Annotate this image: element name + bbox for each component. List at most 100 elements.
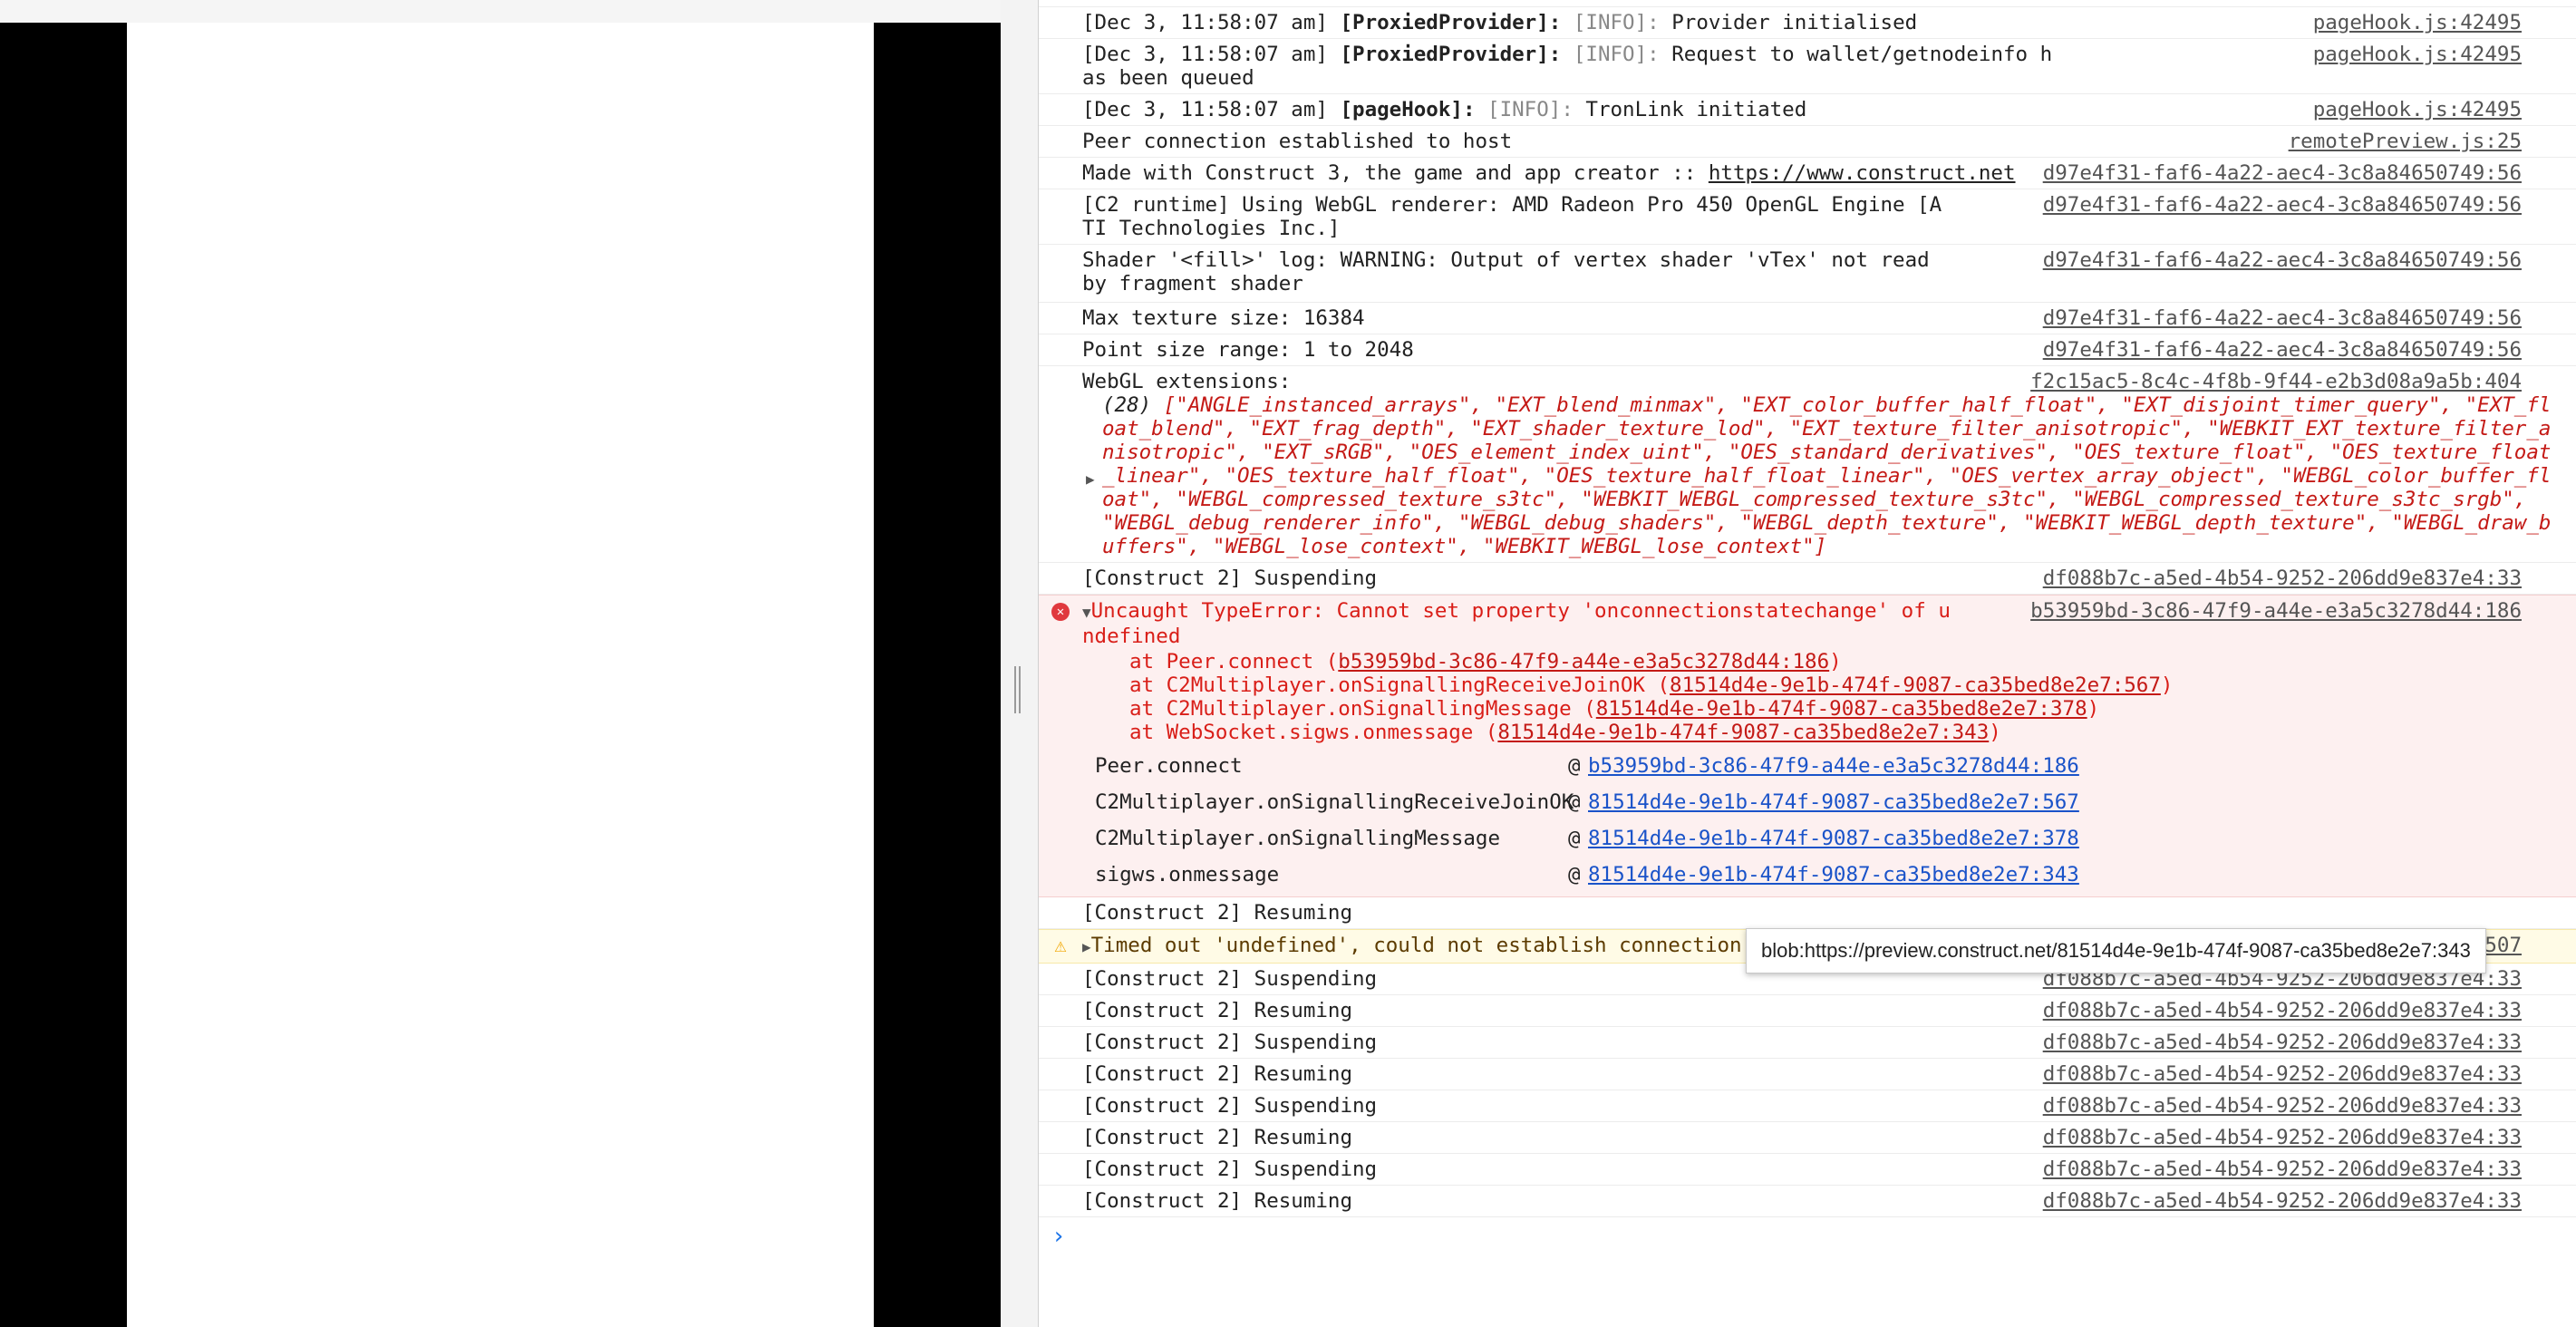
log-text: [Construct 2] Resuming (1082, 1062, 1353, 1086)
log-text: [Construct 2] Resuming (1082, 1189, 1353, 1213)
log-level: [INFO]: (1573, 43, 1660, 66)
error-title: Uncaught TypeError: Cannot set property … (1082, 599, 1951, 648)
frame-function: C2Multiplayer.onSignallingReceiveJoinOK (1095, 790, 1574, 814)
console-prompt[interactable]: › (1039, 1217, 2576, 1255)
log-text: Made with Construct 3, the game and app … (1082, 161, 1709, 185)
console-row: [Construct 2] Suspending df088b7c-a5ed-4b… (1039, 1154, 2576, 1186)
log-text: [Construct 2] Suspending (1082, 1157, 1378, 1181)
source-link[interactable]: pageHook.js:42495 (2313, 98, 2522, 121)
letterbox-right (874, 23, 1001, 1327)
frame-function: sigws.onmessage (1095, 863, 1280, 886)
console-error-row: ✕ ▼Uncaught TypeError: Cannot set proper… (1039, 595, 2576, 897)
source-link[interactable]: d97e4f31-faf6-4a22-aec4-3c8a84650749:56 (2043, 193, 2522, 217)
stack-link[interactable]: 81514d4e-9e1b-474f-9087-ca35bed8e2e7:567 (1670, 673, 2161, 697)
source-link[interactable]: df088b7c-a5ed-4b54-9252-206dd9e837e4:33 (2043, 1157, 2522, 1181)
console-row: [Construct 2] Resuming df088b7c-a5ed-4b54… (1039, 1059, 2576, 1090)
source-link[interactable]: df088b7c-a5ed-4b54-9252-206dd9e837e4:33 (2043, 999, 2522, 1022)
log-text: TronLink initiated (1585, 98, 1807, 121)
letterbox-left (0, 23, 127, 1327)
devtools-console: [Dec 3, 11:58:07 am] [ProxiedProvider]: … (1039, 0, 2576, 1327)
console-row: [Construct 2] Resuming df088b7c-a5ed-4b54… (1039, 995, 2576, 1027)
stack-frame: C2Multiplayer.onSignallingReceiveJoinOK @… (1095, 790, 2079, 814)
console-row: [Dec 3, 11:58:07 am] [ProxiedProvider]: … (1039, 7, 2576, 39)
source-link[interactable]: df088b7c-a5ed-4b54-9252-206dd9e837e4:33 (2043, 1189, 2522, 1213)
console-row: [Construct 2] Suspending df088b7c-a5ed-4… (1039, 563, 2576, 595)
console-row: [Construct 2] Resuming (1039, 897, 2576, 929)
stack-line: at WebSocket.sigws.onmessage (81514d4e-9… (1129, 721, 2001, 744)
source-link[interactable]: f2c15ac5-8c4c-4f8b-9f44-e2b3d08a9a5b:404 (2030, 370, 2522, 393)
log-level: [INFO]: (1573, 11, 1660, 34)
log-text: [Construct 2] Resuming (1082, 1126, 1353, 1149)
array-values: ["ANGLE_instanced_arrays", "EXT_blend_mi… (1102, 393, 2552, 558)
log-tag: [ProxiedProvider]: (1340, 43, 1562, 66)
source-link[interactable]: b53959bd-3c86-47f9-a44e-e3a5c3278d44:186 (2030, 599, 2522, 623)
frame-function: C2Multiplayer.onSignallingMessage (1095, 827, 1501, 850)
frame-link[interactable]: b53959bd-3c86-47f9-a44e-e3a5c3278d44:186 (1588, 754, 2079, 778)
log-text: [Construct 2] Resuming (1082, 999, 1353, 1022)
log-text: Shader '<fill>' log: WARNING: Output of … (1082, 248, 1942, 295)
log-time: [Dec 3, 11:58:07 am] (1082, 11, 1328, 34)
log-tag: [pageHook]: (1340, 98, 1476, 121)
frame-link[interactable]: 81514d4e-9e1b-474f-9087-ca35bed8e2e7:567 (1588, 790, 2079, 814)
console-row: [Construct 2] Suspending df088b7c-a5ed-4b… (1039, 1090, 2576, 1122)
expand-triangle-icon[interactable]: ▶ (1082, 938, 1091, 955)
frame-link[interactable]: 81514d4e-9e1b-474f-9087-ca35bed8e2e7:378 (1588, 827, 2079, 850)
log-text: [C2 runtime] Using WebGL renderer: AMD R… (1082, 193, 1942, 240)
log-text: Peer connection established to host (1082, 130, 1513, 153)
console-row-clipped (1039, 0, 2576, 7)
stack-line: at C2Multiplayer.onSignallingMessage (81… (1129, 697, 2100, 721)
source-link[interactable]: d97e4f31-faf6-4a22-aec4-3c8a84650749:56 (2043, 338, 2522, 362)
console-row: [Construct 2] Suspending df088b7c-a5ed-4b… (1039, 1027, 2576, 1059)
console-row: [Construct 2] Resuming df088b7c-a5ed-4b54… (1039, 1186, 2576, 1217)
stack-frame: C2Multiplayer.onSignallingMessage @81514d… (1095, 827, 2079, 850)
warning-icon: ⚠ (1054, 935, 1067, 957)
array-count: (28) (1102, 393, 1152, 417)
stack-frame: sigws.onmessage @81514d4e-9e1b-474f-9087-… (1095, 863, 2079, 886)
log-text: Provider initialised (1671, 11, 1918, 34)
console-row: [Dec 3, 11:58:07 am] [ProxiedProvider]: … (1039, 39, 2576, 94)
stack-link[interactable]: 81514d4e-9e1b-474f-9087-ca35bed8e2e7:378 (1596, 697, 2087, 721)
log-text: Point size range: 1 to 2048 (1082, 338, 1414, 362)
link-tooltip: blob:https://preview.construct.net/81514… (1746, 928, 2486, 973)
source-link[interactable]: d97e4f31-faf6-4a22-aec4-3c8a84650749:56 (2043, 248, 2522, 272)
log-tag: [ProxiedProvider]: (1340, 11, 1562, 34)
frame-link[interactable]: 81514d4e-9e1b-474f-9087-ca35bed8e2e7:343 (1588, 863, 2079, 886)
console-row: [C2 runtime] Using WebGL renderer: AMD R… (1039, 189, 2576, 245)
stack-line: at C2Multiplayer.onSignallingReceiveJoin… (1129, 673, 2174, 697)
console-row: Shader '<fill>' log: WARNING: Output of … (1039, 245, 2576, 303)
log-text: WebGL extensions: (1082, 370, 1292, 393)
source-link[interactable]: df088b7c-a5ed-4b54-9252-206dd9e837e4:33 (2043, 1031, 2522, 1054)
console-row: Point size range: 1 to 2048 d97e4f31-faf… (1039, 334, 2576, 366)
log-text: [Construct 2] Suspending (1082, 567, 1378, 590)
source-link[interactable]: df088b7c-a5ed-4b54-9252-206dd9e837e4:33 (2043, 1094, 2522, 1118)
stack-line: at Peer.connect (b53959bd-3c86-47f9-a44e… (1129, 650, 1842, 673)
log-time: [Dec 3, 11:58:07 am] (1082, 98, 1328, 121)
console-row: [Dec 3, 11:58:07 am] [pageHook]: [INFO]:… (1039, 94, 2576, 126)
source-link[interactable]: df088b7c-a5ed-4b54-9252-206dd9e837e4:33 (2043, 1126, 2522, 1149)
source-link[interactable]: remotePreview.js:25 (2289, 130, 2522, 153)
game-canvas[interactable] (127, 23, 874, 1327)
log-level: [INFO]: (1487, 98, 1574, 121)
call-stack-frames: Peer.connect @ b53959bd-3c86-47f9-a44e-e3a… (1082, 748, 2567, 893)
console-row: Peer connection established to host remo… (1039, 126, 2576, 158)
preview-pane (0, 0, 1001, 1327)
collapse-triangle-icon[interactable]: ▼ (1082, 604, 1091, 621)
construct-link[interactable]: https://www.construct.net (1709, 161, 2016, 185)
source-link[interactable]: df088b7c-a5ed-4b54-9252-206dd9e837e4:33 (2043, 567, 2522, 590)
source-link[interactable]: df088b7c-a5ed-4b54-9252-206dd9e837e4:33 (2043, 1062, 2522, 1086)
extensions-array[interactable]: (28) ["ANGLE_instanced_arrays", "EXT_ble… (1082, 393, 2552, 558)
frame-function: Peer.connect (1095, 754, 1243, 778)
console-row-extensions: WebGL extensions: f2c15ac5-8c4c-4f8b-9f4… (1039, 366, 2576, 563)
source-link[interactable]: pageHook.js:42495 (2313, 11, 2522, 34)
source-link[interactable]: pageHook.js:42495 (2313, 43, 2522, 66)
preview-toolbar (0, 0, 1001, 24)
splitter-grip-icon[interactable] (1014, 666, 1021, 713)
stack-link[interactable]: b53959bd-3c86-47f9-a44e-e3a5c3278d44:186 (1338, 650, 1829, 673)
expand-triangle-icon[interactable]: ▶ (1086, 468, 1095, 491)
source-link[interactable]: d97e4f31-faf6-4a22-aec4-3c8a84650749:56 (2043, 306, 2522, 330)
source-link[interactable]: d97e4f31-faf6-4a22-aec4-3c8a84650749:56 (2043, 161, 2522, 185)
log-text: [Construct 2] Suspending (1082, 1031, 1378, 1054)
stack-link[interactable]: 81514d4e-9e1b-474f-9087-ca35bed8e2e7:343 (1497, 721, 1989, 744)
pane-splitter[interactable] (1001, 0, 1039, 1327)
log-time: [Dec 3, 11:58:07 am] (1082, 43, 1328, 66)
